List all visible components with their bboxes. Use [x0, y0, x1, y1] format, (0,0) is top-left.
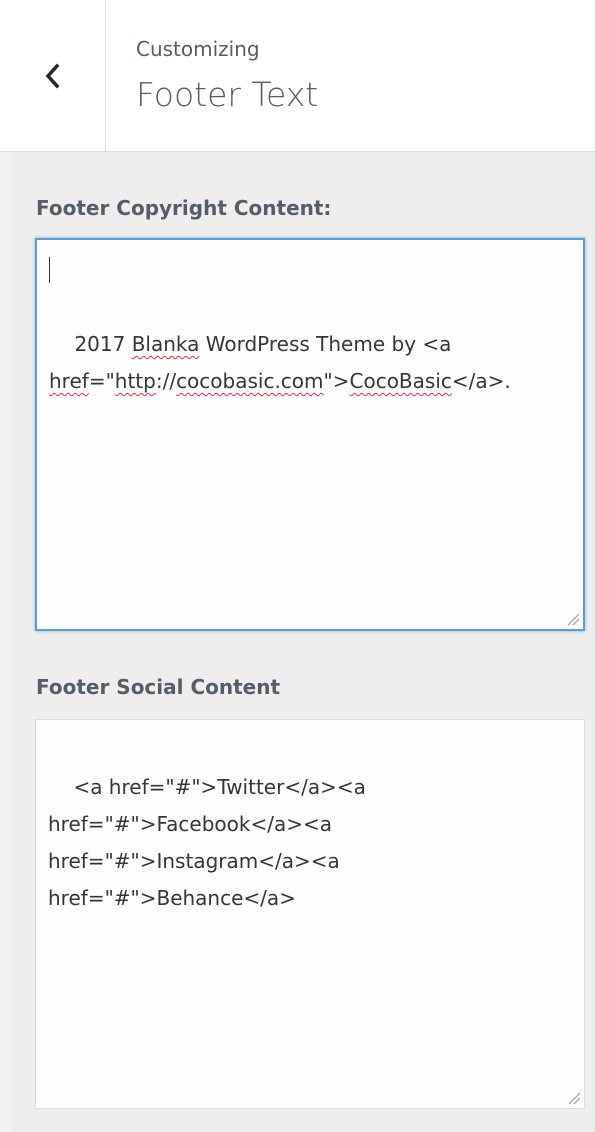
chevron-left-icon — [45, 63, 59, 89]
footer-copyright-label: Footer Copyright Content: — [36, 196, 332, 220]
customizer-header: Customizing Footer Text — [0, 0, 595, 152]
footer-copyright-textarea[interactable]: 2017 Blanka WordPress Theme by <a href="… — [35, 238, 585, 631]
section-title-group: Customizing Footer Text — [136, 36, 318, 115]
back-button[interactable] — [0, 0, 106, 152]
footer-copyright-value: 2017 Blanka WordPress Theme by <a href="… — [49, 332, 511, 393]
footer-social-textarea[interactable]: <a href="#">Twitter</a><a href="#">Faceb… — [35, 719, 585, 1109]
resize-grip-icon[interactable] — [566, 612, 580, 626]
footer-social-value: <a href="#">Twitter</a><a href="#">Faceb… — [48, 775, 373, 910]
customizer-panel: Footer Copyright Content: 2017 Blanka Wo… — [12, 152, 595, 1132]
text-caret — [49, 257, 50, 283]
resize-grip-icon[interactable] — [567, 1091, 581, 1105]
footer-social-label: Footer Social Content — [36, 675, 281, 699]
section-title: Footer Text — [136, 75, 319, 114]
section-subtitle: Customizing — [136, 37, 260, 61]
